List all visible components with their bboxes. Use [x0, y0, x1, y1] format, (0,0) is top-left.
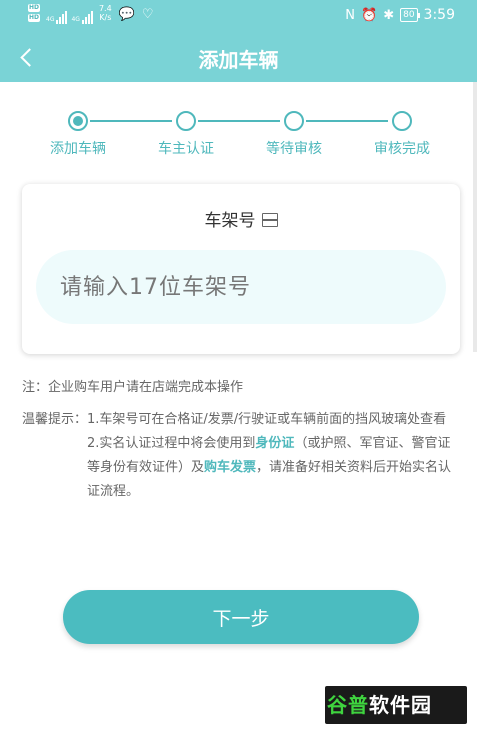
status-bar: HD HD 4G 4G 7.4 K/s 💬 ♡ N ⏰ ✱ 80 3:59: [0, 0, 477, 32]
note-text: 企业购车用户请在店端完成本操作: [48, 380, 244, 395]
hd-badge: HD: [28, 4, 41, 12]
step-label: 审核完成: [374, 141, 430, 157]
speed-unit: K/s: [99, 13, 112, 22]
invoice-highlight: 购车发票: [204, 460, 257, 475]
tip-item-1: 1.车架号可在合格证/发票/行驶证或车辆前面的挡风玻璃处查看: [87, 412, 447, 427]
step-dot-active: [68, 111, 88, 131]
note-row: 注： 企业购车用户请在店端完成本操作: [22, 376, 452, 400]
step-review-complete: 审核完成: [357, 108, 447, 158]
watermark-text: 谷普: [327, 693, 369, 717]
notes-section: 注： 企业购车用户请在店端完成本操作 温馨提示： 1.车架号可在合格证/发票/行…: [22, 376, 452, 504]
network-speed: 7.4 K/s: [99, 4, 112, 22]
nfc-icon: N: [345, 7, 355, 23]
step-label: 车主认证: [158, 141, 214, 157]
step-add-vehicle: 添加车辆: [33, 108, 123, 158]
nav-bar: 添加车辆: [0, 32, 477, 82]
heart-icon: ♡: [141, 7, 154, 22]
step-dot: [176, 111, 196, 131]
status-right: N ⏰ ✱ 80 3:59: [345, 7, 455, 23]
vin-title: 车架号: [22, 206, 460, 231]
alarm-icon: ⏰: [361, 7, 378, 23]
watermark-text: 软件园: [369, 693, 432, 717]
step-dot: [284, 111, 304, 131]
step-label: 等待审核: [266, 141, 322, 157]
watermark-logo: 谷普软件园: [325, 686, 467, 724]
vin-title-text: 车架号: [204, 211, 256, 231]
vin-input[interactable]: [36, 250, 446, 324]
battery-icon: 80: [400, 8, 421, 22]
vin-card: 车架号: [22, 184, 460, 354]
step-pending-review: 等待审核: [249, 108, 339, 158]
progress-steps: 添加车辆 车主认证 等待审核 审核完成: [30, 108, 460, 158]
tip2-text: 2.实名认证过程中将会使用到: [87, 436, 256, 451]
bluetooth-icon: ✱: [383, 7, 395, 23]
hd-indicators: HD HD: [28, 4, 41, 22]
tip-item-2: 2.实名认证过程中将会使用到身份证（或护照、军官证、警官证等身份有效证件）及购车…: [87, 432, 452, 504]
step-label: 添加车辆: [50, 141, 106, 157]
clock: 3:59: [423, 7, 455, 23]
scan-icon[interactable]: [261, 213, 278, 227]
scrollbar: [473, 82, 477, 352]
id-card-highlight: 身份证: [255, 436, 295, 451]
next-button[interactable]: 下一步: [63, 590, 419, 644]
page-title: 添加车辆: [198, 48, 279, 72]
network-type: 4G: [46, 16, 55, 23]
hd-badge: HD: [28, 14, 41, 22]
step-owner-verify: 车主认证: [141, 108, 231, 158]
status-left: HD HD 4G 4G 7.4 K/s 💬 ♡: [28, 4, 154, 26]
tip-label: 温馨提示：: [22, 412, 88, 427]
wechat-icon: 💬: [118, 7, 135, 22]
signal-icon: 4G: [46, 6, 68, 24]
step-dot: [392, 111, 412, 131]
speed-value: 7.4: [98, 4, 112, 13]
network-type: 4G: [71, 16, 80, 23]
signal-icon: 4G: [71, 6, 93, 24]
tip-body: 1.车架号可在合格证/发票/行驶证或车辆前面的挡风玻璃处查看 2.实名认证过程中…: [87, 408, 452, 504]
note-label: 注：: [22, 380, 49, 395]
tips-row: 温馨提示： 1.车架号可在合格证/发票/行驶证或车辆前面的挡风玻璃处查看 2.实…: [22, 408, 452, 504]
